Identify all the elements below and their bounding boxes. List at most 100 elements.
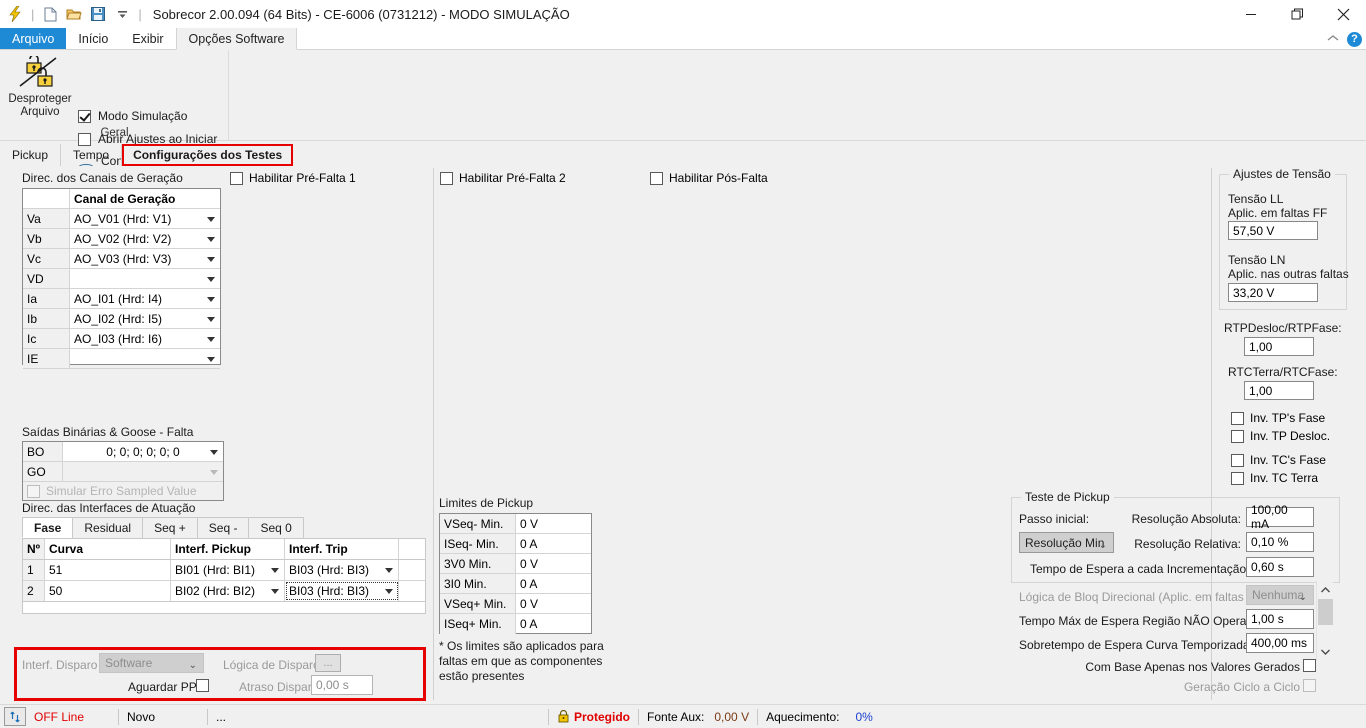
inv-tc-terra-row[interactable]: Inv. TC Terra [1231,471,1318,485]
generation-combo-7[interactable] [70,349,220,368]
table-row[interactable]: 1 51 BI01 (Hrd: BI1) BI03 (Hrd: BI3) [23,560,425,581]
table-row[interactable]: ISeq- Min. 0 A [440,534,591,554]
chevron-down-icon[interactable] [210,449,218,455]
doc-tab-tempo[interactable]: Tempo [61,144,123,166]
passo-inicial-select[interactable]: Resolução Min ⌄ [1019,532,1114,553]
modo-simulacao-checkbox[interactable] [78,109,91,123]
scroll-thumb[interactable] [1318,599,1333,625]
lightning-icon[interactable] [4,3,26,25]
chevron-down-icon[interactable]: ⌄ [1099,540,1107,551]
tab-seq-plus[interactable]: Seq + [142,517,198,538]
close-button[interactable] [1320,0,1366,28]
save-icon[interactable] [87,3,109,25]
pickup-limit-value-3[interactable]: 0 A [516,574,591,593]
desproteger-arquivo-button[interactable]: Desproteger Arquivo [4,54,76,124]
table-row[interactable]: 3I0 Min. 0 A [440,574,591,594]
table-row[interactable]: ISeq+ Min. 0 A [440,614,591,634]
inv-tps-fase-checkbox[interactable] [1231,411,1244,425]
table-row[interactable]: IE [23,349,220,369]
bo-combo[interactable]: 0; 0; 0; 0; 0; 0 [63,442,223,461]
binary-outputs-grid[interactable]: BO 0; 0; 0; 0; 0; 0 GO Simular Erro Samp… [22,441,224,501]
customize-dropdown-icon[interactable] [111,3,133,25]
resolucao-absoluta-input[interactable]: 100,00 mA [1246,503,1314,531]
pickup-limit-value-0[interactable]: 0 V [516,514,591,533]
tab-residual[interactable]: Residual [72,517,144,538]
ribbon-tab-opcoes-software[interactable]: Opções Software [175,28,298,50]
connection-toggle-button[interactable] [4,707,26,726]
chevron-down-icon[interactable] [207,336,215,342]
rtp-desloc-input[interactable]: 1,00 [1244,337,1314,356]
tensao-ll-input[interactable]: 57,50 V [1228,221,1318,240]
habilitar-pre-falta-2-checkbox[interactable] [440,171,453,185]
ribbon-tab-exibir[interactable]: Exibir [120,28,175,49]
table-row[interactable]: Va AO_V01 (Hrd: V1) [23,209,220,229]
doc-tab-pickup[interactable]: Pickup [0,144,62,166]
chevron-down-icon[interactable] [207,356,215,362]
ribbon-tab-inicio[interactable]: Início [66,28,120,49]
tempo-espera-incremento-input[interactable]: 0,60 s [1246,557,1314,577]
habilitar-pos-falta-checkbox[interactable] [650,171,663,185]
table-row[interactable]: 2 50 BI02 (Hrd: BI2) BI03 (Hrd: BI3) [23,581,425,602]
maximize-button[interactable] [1274,0,1320,28]
actuation-row-1-curva[interactable]: 50 [45,581,171,601]
table-row[interactable]: VD [23,269,220,289]
generation-combo-2[interactable]: AO_V03 (Hrd: V3) [70,249,220,268]
chevron-down-icon[interactable] [271,589,279,594]
habilitar-pre-falta-1-row[interactable]: Habilitar Pré-Falta 1 [230,171,356,185]
chevron-down-icon[interactable] [207,316,215,322]
scroll-up-arrow-icon[interactable] [1317,581,1334,598]
table-row[interactable]: GO [23,462,223,482]
table-row[interactable]: Ic AO_I03 (Hrd: I6) [23,329,220,349]
chevron-down-icon[interactable] [207,276,215,282]
scroll-down-arrow-icon[interactable] [1317,643,1334,660]
generation-combo-0[interactable]: AO_V01 (Hrd: V1) [70,209,220,228]
pickup-limit-value-1[interactable]: 0 A [516,534,591,553]
open-folder-icon[interactable] [63,3,85,25]
com-base-valores-gerados-checkbox[interactable] [1303,659,1316,672]
generation-combo-6[interactable]: AO_I03 (Hrd: I6) [70,329,220,348]
help-icon[interactable]: ? [1347,31,1362,47]
tempo-max-espera-input[interactable]: 1,00 s [1246,609,1314,629]
new-file-icon[interactable] [39,3,61,25]
actuation-row-0-pickup[interactable]: BI01 (Hrd: BI1) [171,560,285,580]
table-row[interactable]: Vc AO_V03 (Hrd: V3) [23,249,220,269]
pickup-limit-value-5[interactable]: 0 A [516,614,591,634]
table-row[interactable]: Vb AO_V02 (Hrd: V2) [23,229,220,249]
habilitar-pre-falta-1-checkbox[interactable] [230,171,243,185]
inv-tp-desloc-checkbox[interactable] [1231,429,1244,443]
inv-tcs-fase-checkbox[interactable] [1231,453,1244,467]
minimize-button[interactable] [1228,0,1274,28]
tab-seq-minus[interactable]: Seq - [196,517,250,538]
generation-combo-1[interactable]: AO_V02 (Hrd: V2) [70,229,220,248]
actuation-row-0-curva[interactable]: 51 [45,560,171,580]
aguardar-pps-checkbox[interactable] [196,679,209,692]
inv-tc-terra-checkbox[interactable] [1231,471,1244,485]
chevron-down-icon[interactable] [207,296,215,302]
table-row[interactable]: BO 0; 0; 0; 0; 0; 0 [23,442,223,462]
sobretempo-espera-input[interactable]: 400,00 ms [1246,633,1314,653]
advanced-scrollbar[interactable] [1316,581,1333,661]
pickup-limits-grid[interactable]: VSeq- Min. 0 V ISeq- Min. 0 A 3V0 Min. 0… [439,513,592,634]
rtc-terra-input[interactable]: 1,00 [1244,381,1314,400]
inv-tp-desloc-row[interactable]: Inv. TP Desloc. [1231,429,1330,443]
chevron-down-icon[interactable] [207,236,215,242]
actuation-row-1-pickup[interactable]: BI02 (Hrd: BI2) [171,581,285,601]
pickup-limit-value-2[interactable]: 0 V [516,554,591,573]
chevron-down-icon[interactable] [207,216,215,222]
table-row[interactable]: Ib AO_I02 (Hrd: I5) [23,309,220,329]
habilitar-pre-falta-2-row[interactable]: Habilitar Pré-Falta 2 [440,171,566,185]
habilitar-pos-falta-row[interactable]: Habilitar Pós-Falta [650,171,768,185]
generation-combo-3[interactable] [70,269,220,288]
inv-tps-fase-row[interactable]: Inv. TP's Fase [1231,411,1325,425]
chevron-down-icon[interactable] [207,256,215,262]
generation-combo-4[interactable]: AO_I01 (Hrd: I4) [70,289,220,308]
generation-grid[interactable]: Canal de Geração Va AO_V01 (Hrd: V1) Vb … [22,188,221,369]
table-row[interactable]: Ia AO_I01 (Hrd: I4) [23,289,220,309]
resolucao-relativa-input[interactable]: 0,10 % [1246,532,1314,552]
chevron-down-icon[interactable] [385,589,393,594]
actuation-row-1-trip[interactable]: BI03 (Hrd: BI3) [285,581,399,601]
chevron-down-icon[interactable] [385,568,393,573]
table-row[interactable]: VSeq+ Min. 0 V [440,594,591,614]
chevron-up-icon[interactable] [1327,34,1339,45]
tab-seq-0[interactable]: Seq 0 [248,517,304,538]
